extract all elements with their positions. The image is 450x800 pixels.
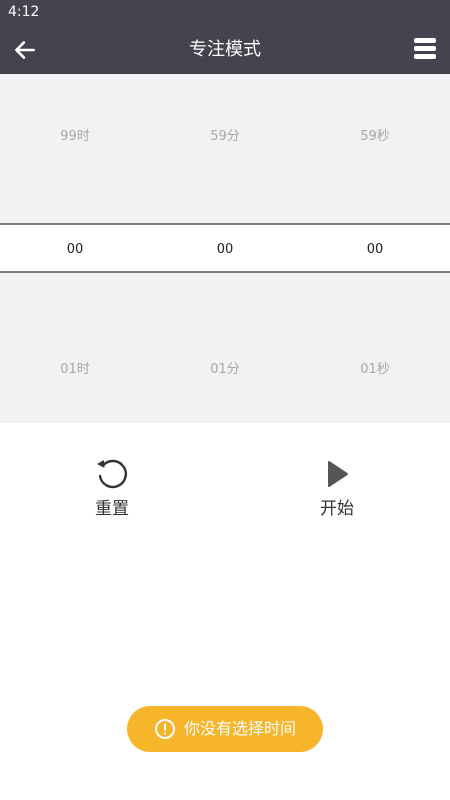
minutes-below[interactable]: 01分 — [150, 358, 300, 377]
start-button[interactable]: 开始 — [287, 456, 387, 519]
minutes-above[interactable]: 59分 — [150, 125, 300, 144]
timer-controls: 重置 开始 — [0, 423, 450, 543]
page-title: 专注模式 — [189, 39, 261, 60]
seconds-selected[interactable]: 00 — [300, 242, 450, 257]
time-picker[interactable]: 99时 59分 59秒 00 00 00 01时 01分 01秒 — [0, 74, 450, 423]
alert-circle-icon — [155, 719, 175, 739]
toast-message: 你没有选择时间 — [127, 706, 323, 752]
hamburger-menu-icon[interactable] — [414, 38, 436, 60]
minutes-selected[interactable]: 00 — [150, 242, 300, 257]
status-time: 4:12 — [8, 4, 40, 20]
play-icon — [328, 461, 348, 487]
hours-selected[interactable]: 00 — [0, 242, 150, 257]
seconds-below[interactable]: 01秒 — [300, 358, 450, 377]
reset-label: 重置 — [95, 499, 129, 519]
toast-text: 你没有选择时间 — [184, 719, 297, 738]
reset-button[interactable]: 重置 — [62, 456, 162, 519]
seconds-above[interactable]: 59秒 — [300, 125, 450, 144]
start-label: 开始 — [320, 499, 354, 519]
status-bar: 4:12 — [0, 0, 450, 25]
hours-below[interactable]: 01时 — [0, 358, 150, 377]
app-bar: 专注模式 — [0, 25, 450, 74]
reset-icon — [97, 459, 128, 489]
hours-above[interactable]: 99时 — [0, 125, 150, 144]
